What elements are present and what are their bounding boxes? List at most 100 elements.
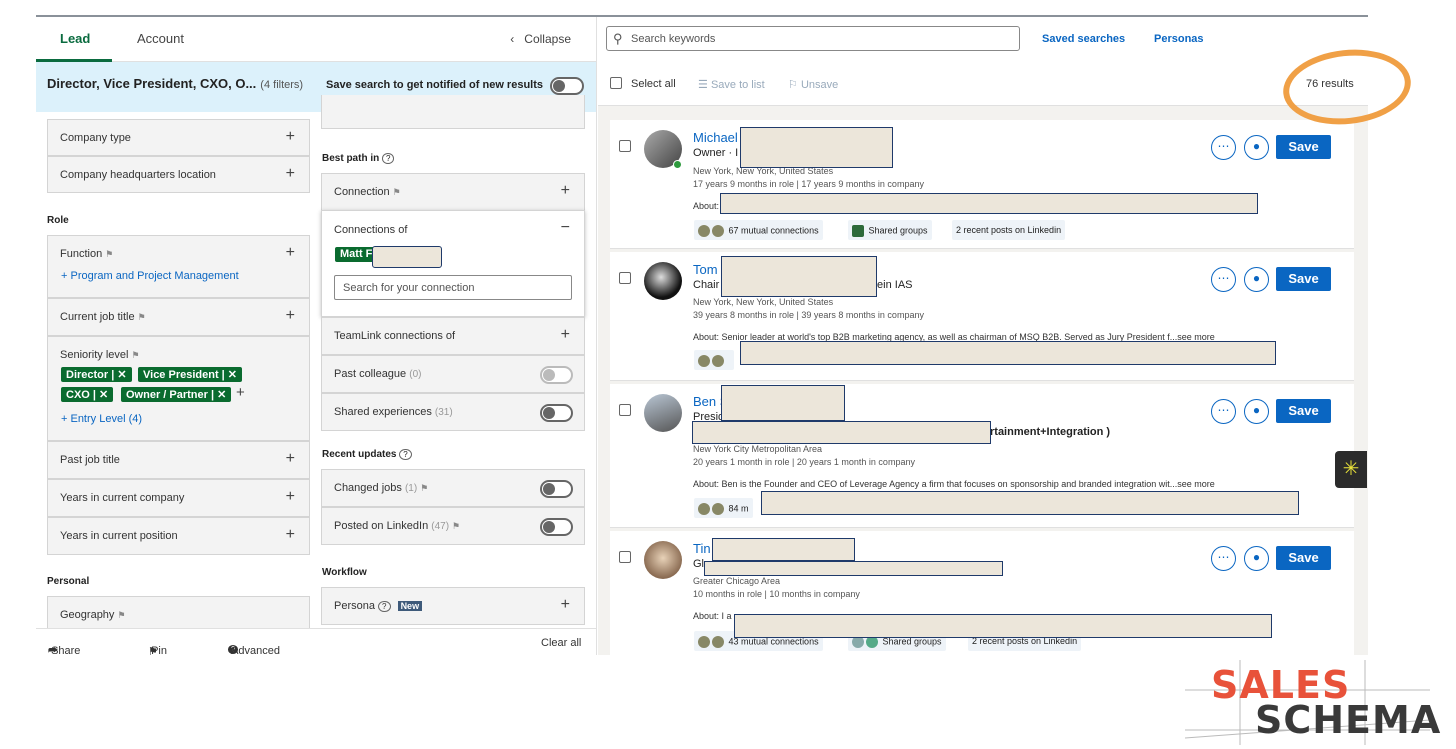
mutual-avatar-icon [698, 503, 710, 515]
filter-viewed-profile[interactable] [321, 95, 585, 129]
chip-owner-partner[interactable]: Owner / Partner | ✕ [121, 387, 232, 402]
filter-past-colleague[interactable]: Past colleague (0) [321, 355, 585, 393]
pin-filters-button[interactable]: ⚑ Pin filters [148, 637, 167, 655]
filter-bottom-bar: ⮫ Share search ⚑ Pin filters ? Advanced … [36, 628, 596, 655]
filter-changed-jobs[interactable]: Changed jobs (1) ⚑ [321, 469, 585, 507]
result-card[interactable]: Tom Chair tein IAS New York, New York, U… [610, 252, 1354, 381]
insight-mutual[interactable]: 84 m [694, 498, 753, 518]
filter-teamlink[interactable]: TeamLink connections of + [321, 317, 585, 355]
posted-toggle[interactable] [540, 518, 573, 536]
advanced-definitions-button[interactable]: ? Advanced Filter Definitions [228, 637, 280, 655]
lead-title: Owner · I [693, 147, 739, 159]
filter-connection[interactable]: Connection ⚑ + [321, 173, 585, 211]
insight-mutual[interactable] [694, 350, 734, 370]
search-icon: ⚲ [613, 31, 623, 46]
filter-seniority[interactable]: Seniority level ⚑ Director | ✕ Vice Presi… [47, 336, 310, 441]
collapse-button[interactable]: ‹ Collapse [510, 32, 571, 46]
result-card[interactable]: Tin Gl Greater Chicago Area 10 months in… [610, 531, 1354, 655]
save-lead-button[interactable]: Save [1276, 267, 1331, 291]
save-lead-button[interactable]: Save [1276, 135, 1331, 159]
help-icon[interactable]: ? [399, 449, 412, 460]
save-to-list-button[interactable]: ☰ Save to list [698, 78, 765, 91]
tab-lead[interactable]: Lead [60, 31, 90, 46]
lead-title: Chair [693, 279, 720, 291]
minus-icon[interactable]: − [561, 219, 570, 237]
filter-company-hq[interactable]: Company headquarters location + [47, 156, 310, 193]
persona-label: Persona [334, 600, 375, 612]
more-options-icon[interactable]: ⋯ [1211, 546, 1236, 571]
personas-link[interactable]: Personas [1154, 33, 1204, 45]
shared-exp-toggle[interactable] [540, 404, 573, 422]
entry-level-link[interactable]: + Entry Level (4) [61, 413, 142, 425]
filter-years-company[interactable]: Years in current company + [47, 479, 310, 517]
function-value[interactable]: + Program and Project Management [61, 270, 239, 282]
result-card[interactable]: Michael Owner · I New York, New York, Un… [610, 120, 1354, 249]
mutual-avatar-icon [698, 225, 710, 237]
filter-shared-experiences[interactable]: Shared experiences (31) [321, 393, 585, 431]
past-colleague-toggle[interactable] [540, 366, 573, 384]
message-icon[interactable]: ● [1244, 267, 1269, 292]
save-lead-button[interactable]: Save [1276, 546, 1331, 570]
filter-connections-of[interactable]: Connections of − Matt F Search for your … [321, 210, 585, 317]
redaction-box [692, 421, 991, 444]
message-icon[interactable]: ● [1244, 546, 1269, 571]
filter-years-position[interactable]: Years in current position + [47, 517, 310, 555]
more-options-icon[interactable]: ⋯ [1211, 399, 1236, 424]
lead-title-tail: tein IAS [874, 279, 913, 291]
filter-company-type[interactable]: Company type + [47, 119, 310, 156]
changed-jobs-toggle[interactable] [540, 480, 573, 498]
chip-director[interactable]: Director | ✕ [61, 367, 132, 382]
keyword-search-input[interactable]: Search keywords [606, 26, 1020, 51]
lead-title: Gl [693, 558, 704, 570]
saved-searches-link[interactable]: Saved searches [1042, 33, 1125, 45]
result-checkbox[interactable] [619, 272, 631, 284]
filter-current-title[interactable]: Current job title ⚑ + [47, 298, 310, 336]
insight-groups[interactable]: Shared groups [848, 220, 932, 240]
save-search-toggle[interactable] [550, 77, 584, 95]
result-checkbox[interactable] [619, 551, 631, 563]
more-options-icon[interactable]: ⋯ [1211, 267, 1236, 292]
changed-jobs-count: (1) [404, 483, 418, 494]
lead-name[interactable]: Tin [693, 541, 711, 556]
plus-icon: + [560, 596, 570, 613]
save-lead-button[interactable]: Save [1276, 399, 1331, 423]
avatar [644, 541, 682, 579]
filter-label: Function ⚑ [60, 248, 113, 260]
result-card[interactable]: Ben S Presid rtainment+Integration ) New… [610, 384, 1354, 528]
message-icon[interactable]: ● [1244, 399, 1269, 424]
results-toolbar: Select all ☰ Save to list ⚐ Unsave 76 re… [598, 62, 1368, 106]
tab-account[interactable]: Account [137, 31, 184, 46]
result-checkbox[interactable] [619, 140, 631, 152]
chip-cxo[interactable]: CXO | ✕ [61, 387, 114, 402]
unsave-button[interactable]: ⚐ Unsave [788, 78, 838, 91]
chip-vice-president[interactable]: Vice President | ✕ [138, 367, 243, 382]
filter-past-title[interactable]: Past job title + [47, 441, 310, 479]
insight-mutual[interactable]: 67 mutual connections [694, 220, 823, 240]
filter-count: (4 filters) [260, 79, 304, 91]
geography-label: Geography [60, 609, 115, 621]
connection-search-input[interactable]: Search for your connection [334, 275, 572, 300]
lead-name[interactable]: Michael [693, 130, 738, 145]
redaction-box [712, 538, 855, 561]
result-checkbox[interactable] [619, 404, 631, 416]
more-options-icon[interactable]: ⋯ [1211, 135, 1236, 160]
lead-name[interactable]: Tom [693, 262, 718, 277]
filter-summary-title[interactable]: Director, Vice President, CXO, O... (4 fi… [47, 76, 303, 91]
filter-function[interactable]: Function ⚑ + + Program and Project Manage… [47, 235, 310, 298]
add-seniority-icon[interactable]: + [236, 384, 245, 401]
filter-summary-text: Director, Vice President, CXO, O... [47, 76, 257, 91]
plus-icon: + [285, 244, 295, 261]
extension-widget-icon[interactable]: ✳ [1335, 451, 1367, 488]
filter-posted-linkedin[interactable]: Posted on LinkedIn (47) ⚑ [321, 507, 585, 545]
filter-label: Seniority level ⚑ [60, 349, 140, 361]
insight-posts[interactable]: 2 recent posts on Linkedin [952, 220, 1066, 240]
filter-label: Persona ? New [334, 600, 423, 612]
chevron-left-icon: ‹ [510, 32, 518, 46]
group-icon [852, 225, 864, 237]
help-icon[interactable]: ? [382, 153, 395, 164]
select-all-checkbox[interactable] [610, 77, 622, 89]
filter-persona[interactable]: Persona ? New + [321, 587, 585, 625]
message-icon[interactable]: ● [1244, 135, 1269, 160]
clear-all-button[interactable]: Clear all [541, 637, 581, 649]
share-search-button[interactable]: ⮫ Share search [48, 637, 80, 655]
